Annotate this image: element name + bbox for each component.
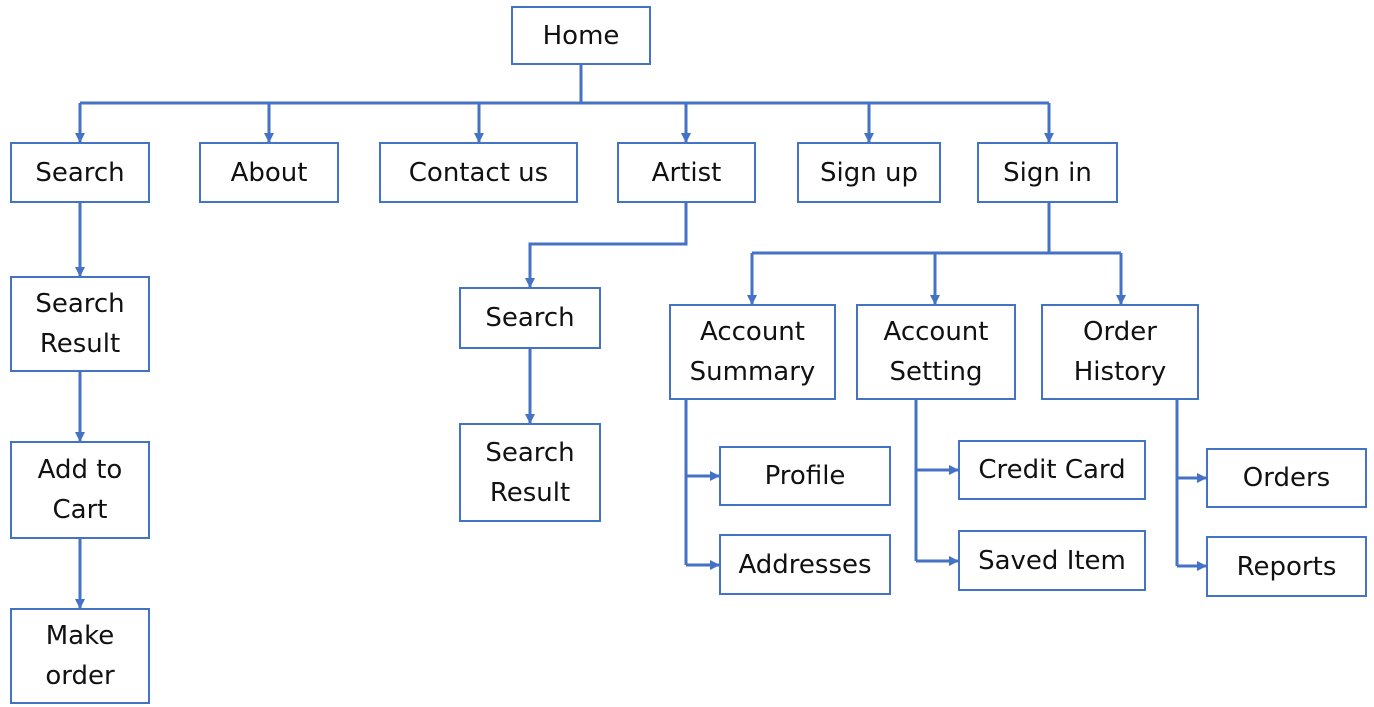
node-artist-search-result: Search Result [459, 423, 601, 522]
node-reports-label: Reports [1236, 551, 1337, 582]
node-addresses: Addresses [719, 534, 891, 595]
node-artist-search-label: Search [485, 303, 575, 333]
node-orders: Orders [1206, 448, 1367, 508]
node-account-setting-label: Account Setting [883, 317, 989, 387]
node-reports: Reports [1206, 536, 1367, 597]
node-contact-us-label: Contact us [408, 157, 549, 188]
connector-artist-search [525, 203, 688, 288]
node-contact-us: Contact us [379, 142, 578, 203]
node-about: About [199, 142, 339, 203]
node-credit-card: Credit Card [958, 440, 1146, 500]
node-add-to-cart: Add to Cart [10, 441, 150, 539]
node-orders-label: Orders [1242, 463, 1331, 493]
node-about-label: About [230, 157, 308, 188]
node-sign-up: Sign up [797, 142, 941, 203]
node-search-label: Search [35, 157, 125, 188]
node-make-order: Make order [10, 608, 150, 704]
node-saved-item-label: Saved Item [978, 545, 1126, 576]
node-account-setting: Account Setting [856, 304, 1016, 400]
node-profile: Profile [719, 446, 891, 506]
node-search-result: Search Result [10, 276, 150, 372]
node-add-to-cart-label: Add to Cart [37, 455, 123, 525]
node-order-history: Order History [1041, 304, 1199, 400]
node-artist: Artist [617, 142, 756, 203]
node-saved-item: Saved Item [958, 530, 1146, 591]
node-search-result-label: Search Result [35, 289, 125, 359]
node-home: Home [511, 6, 651, 65]
node-account-summary-label: Account Summary [689, 317, 816, 387]
node-make-order-label: Make order [45, 621, 115, 691]
node-artist-search: Search [459, 287, 601, 349]
node-profile-label: Profile [764, 461, 846, 491]
node-artist-search-result-label: Search Result [485, 437, 575, 508]
node-addresses-label: Addresses [738, 549, 872, 580]
node-home-label: Home [542, 20, 620, 51]
node-sign-in-label: Sign in [1003, 157, 1092, 188]
node-artist-label: Artist [651, 157, 722, 188]
node-search: Search [10, 142, 150, 203]
node-sign-in: Sign in [977, 142, 1118, 203]
node-order-history-label: Order History [1073, 317, 1167, 387]
node-account-summary: Account Summary [669, 304, 836, 400]
node-credit-card-label: Credit Card [978, 455, 1126, 485]
node-sign-up-label: Sign up [820, 157, 918, 188]
